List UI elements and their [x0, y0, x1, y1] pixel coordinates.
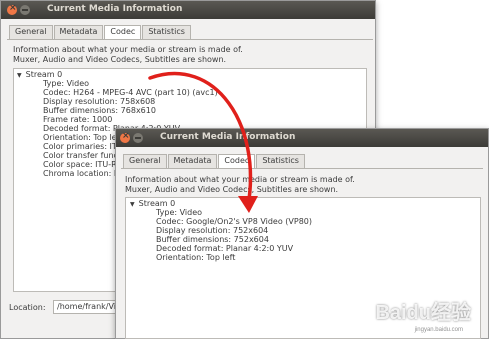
info-text-line1: Information about what your media or str… — [125, 175, 355, 184]
tab-general[interactable]: General — [123, 154, 167, 168]
front-titlebar: Current Media Information — [116, 129, 488, 147]
expander-down-icon[interactable]: ▼ — [17, 72, 22, 79]
front-tabs: General Metadata Codec Statistics — [123, 154, 306, 169]
expander-down-icon[interactable]: ▼ — [130, 201, 135, 208]
window-title: Current Media Information — [160, 132, 296, 142]
back-tabs: General Metadata Codec Statistics — [9, 25, 192, 40]
close-icon[interactable] — [7, 3, 17, 15]
tree-row: Type: Video — [43, 79, 90, 88]
tab-metadata[interactable]: Metadata — [53, 25, 104, 39]
tab-general[interactable]: General — [9, 25, 53, 39]
watermark-url: jingyan.baidu.com — [414, 327, 463, 333]
minimize-icon[interactable] — [133, 133, 143, 143]
window-title: Current Media Information — [47, 4, 183, 14]
tree-row: Orientation: Top left — [156, 253, 236, 262]
tab-metadata[interactable]: Metadata — [167, 154, 218, 168]
tab-codec[interactable]: Codec — [218, 154, 256, 169]
minimize-icon[interactable] — [20, 5, 30, 15]
info-text-line2: Muxer, Audio and Video Codecs, Subtitles… — [125, 185, 339, 194]
tree-row: Color space: ITU-R — [43, 160, 117, 169]
tree-row: Buffer dimensions: 768x610 — [43, 106, 156, 115]
tree-row: Type: Video — [156, 208, 203, 217]
tree-row: Decoded format: Planar 4:2:0 YUV — [156, 244, 294, 253]
tree-row: Display resolution: 758x608 — [43, 97, 156, 106]
tab-statistics[interactable]: Statistics — [256, 154, 305, 168]
tree-row: Buffer dimensions: 752x604 — [156, 235, 269, 244]
tree-row: Codec: Google/On2's VP8 Video (VP80) — [156, 217, 312, 226]
location-label: Location: — [9, 303, 46, 312]
close-icon[interactable] — [120, 131, 130, 143]
info-text-line2: Muxer, Audio and Video Codecs, Subtitles… — [13, 55, 227, 64]
tree-row: Orientation: Top left — [43, 133, 123, 142]
watermark-logo: Baidu经验 — [375, 302, 471, 324]
tab-statistics[interactable]: Statistics — [142, 25, 191, 39]
location-field[interactable]: /home/frank/Videos — [53, 300, 120, 314]
tree-row: Display resolution: 752x604 — [156, 226, 269, 235]
tree-row: Codec: H264 - MPEG-4 AVC (part 10) (avc1… — [43, 88, 218, 97]
tab-codec[interactable]: Codec — [104, 25, 142, 40]
tree-row: Frame rate: 1000 — [43, 115, 113, 124]
back-titlebar: Current Media Information — [1, 1, 375, 19]
info-text-line1: Information about what your media or str… — [13, 45, 243, 54]
